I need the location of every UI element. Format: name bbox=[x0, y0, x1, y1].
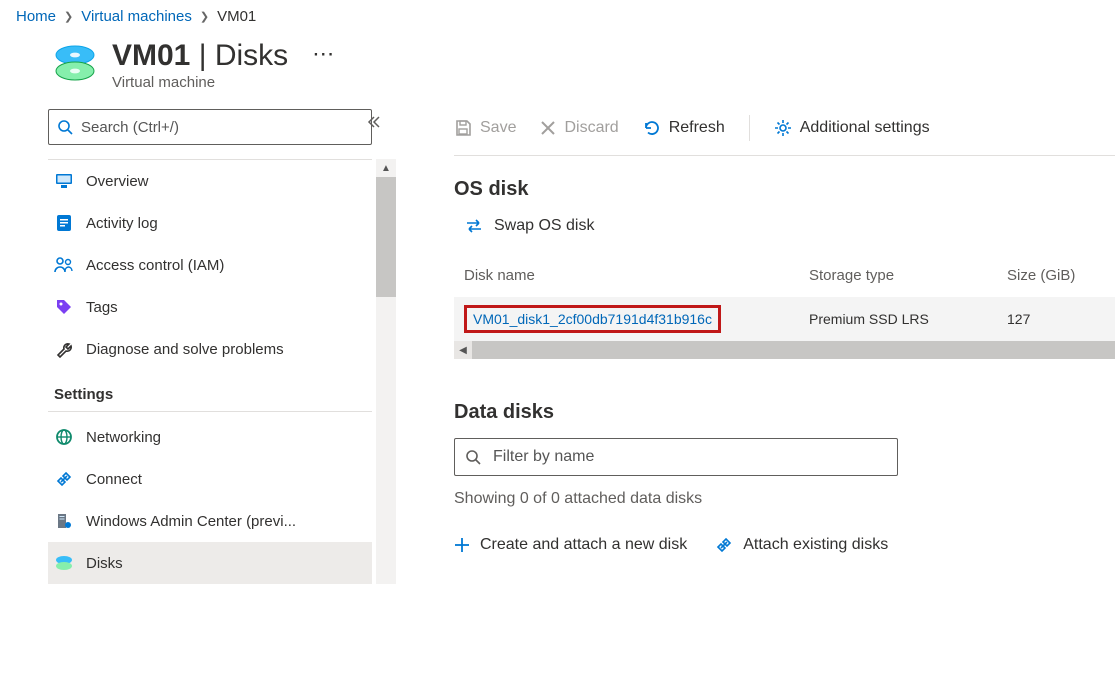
refresh-icon bbox=[643, 119, 661, 137]
discard-button[interactable]: Discard bbox=[540, 119, 618, 137]
sidebar-nav: Overview Activity log Access control (IA… bbox=[48, 159, 372, 584]
scroll-left-icon[interactable]: ◀ bbox=[454, 345, 472, 356]
page-header: VM01 | Disks Virtual machine ⋯ bbox=[0, 31, 1115, 109]
attach-existing-disks-button[interactable]: Attach existing disks bbox=[715, 536, 888, 554]
horizontal-scrollbar[interactable]: ◀ bbox=[454, 341, 1115, 359]
create-attach-disk-button[interactable]: Create and attach a new disk bbox=[454, 536, 687, 554]
people-icon bbox=[54, 256, 74, 274]
server-icon bbox=[54, 512, 74, 530]
sidebar-item-diagnose[interactable]: Diagnose and solve problems bbox=[48, 328, 372, 370]
breadcrumb-current: VM01 bbox=[217, 8, 256, 25]
sidebar-item-label: Tags bbox=[86, 299, 118, 316]
save-icon bbox=[454, 119, 472, 137]
highlight-box: VM01_disk1_2cf00db7191d4f31b916c bbox=[464, 305, 721, 333]
col-size[interactable]: Size (GiB) bbox=[1007, 267, 1115, 284]
tag-icon bbox=[54, 298, 74, 316]
wrench-icon bbox=[54, 340, 74, 358]
data-disks-heading: Data disks bbox=[454, 401, 1115, 424]
breadcrumb-virtual-machines[interactable]: Virtual machines bbox=[81, 8, 192, 25]
col-storage-type[interactable]: Storage type bbox=[809, 267, 1007, 284]
sidebar-item-label: Connect bbox=[86, 471, 142, 488]
attach-icon bbox=[715, 536, 733, 554]
table-header: Disk name Storage type Size (GiB) bbox=[454, 253, 1115, 297]
breadcrumb-home[interactable]: Home bbox=[16, 8, 56, 25]
sidebar-item-label: Overview bbox=[86, 173, 149, 190]
data-disks-count: Showing 0 of 0 attached data disks bbox=[454, 490, 1115, 508]
disks-resource-icon bbox=[52, 39, 98, 85]
sidebar-item-networking[interactable]: Networking bbox=[48, 416, 372, 458]
sidebar-item-windows-admin-center[interactable]: Windows Admin Center (previ... bbox=[48, 500, 372, 542]
toolbar-separator bbox=[749, 115, 750, 141]
globe-icon bbox=[54, 428, 74, 446]
gear-icon bbox=[774, 119, 792, 137]
os-disk-storage-type: Premium SSD LRS bbox=[809, 311, 1007, 327]
os-disk-heading: OS disk bbox=[454, 178, 1115, 201]
page-subtitle: Virtual machine bbox=[112, 74, 288, 91]
refresh-button[interactable]: Refresh bbox=[643, 119, 725, 137]
breadcrumb: Home ❯ Virtual machines ❯ VM01 bbox=[0, 0, 1115, 31]
close-icon bbox=[540, 120, 556, 136]
search-input-wrap[interactable] bbox=[48, 109, 372, 145]
sidebar-item-label: Activity log bbox=[86, 215, 158, 232]
sidebar-item-label: Windows Admin Center (previ... bbox=[86, 513, 296, 530]
toolbar: Save Discard Refresh Additional settings bbox=[454, 109, 1115, 156]
os-disk-link[interactable]: VM01_disk1_2cf00db7191d4f31b916c bbox=[473, 311, 712, 327]
data-disk-actions: Create and attach a new disk Attach exis… bbox=[454, 536, 1115, 554]
sidebar: Overview Activity log Access control (IA… bbox=[0, 109, 386, 584]
scrollbar-thumb[interactable] bbox=[472, 341, 1115, 359]
swap-icon bbox=[464, 217, 484, 235]
log-icon bbox=[54, 214, 74, 232]
plug-icon bbox=[54, 470, 74, 488]
sidebar-item-connect[interactable]: Connect bbox=[48, 458, 372, 500]
chevron-right-icon: ❯ bbox=[64, 10, 73, 23]
save-button[interactable]: Save bbox=[454, 119, 516, 137]
swap-os-disk-button[interactable]: Swap OS disk bbox=[464, 217, 594, 235]
search-icon bbox=[57, 119, 73, 135]
plus-icon bbox=[454, 537, 470, 553]
sidebar-item-label: Access control (IAM) bbox=[86, 257, 224, 274]
sidebar-item-label: Diagnose and solve problems bbox=[86, 341, 284, 358]
filter-input[interactable] bbox=[491, 447, 887, 467]
search-input[interactable] bbox=[79, 118, 363, 137]
more-actions-button[interactable]: ⋯ bbox=[302, 39, 344, 69]
collapse-sidebar-button[interactable] bbox=[366, 115, 380, 129]
monitor-icon bbox=[54, 172, 74, 190]
sidebar-section-settings: Settings bbox=[48, 370, 372, 412]
search-icon bbox=[465, 449, 481, 465]
disks-icon bbox=[54, 554, 74, 572]
table-row: VM01_disk1_2cf00db7191d4f31b916c Premium… bbox=[454, 297, 1115, 341]
page-title: VM01 | Disks bbox=[112, 39, 288, 72]
sidebar-item-activity-log[interactable]: Activity log bbox=[48, 202, 372, 244]
os-disk-table: Disk name Storage type Size (GiB) VM01_d… bbox=[454, 253, 1115, 359]
sidebar-item-label: Networking bbox=[86, 429, 161, 446]
col-disk-name[interactable]: Disk name bbox=[454, 267, 809, 284]
sidebar-item-overview[interactable]: Overview bbox=[48, 160, 372, 202]
main-content: Save Discard Refresh Additional settings… bbox=[386, 109, 1115, 584]
chevron-right-icon: ❯ bbox=[200, 10, 209, 23]
sidebar-item-label: Disks bbox=[86, 555, 123, 572]
sidebar-item-access-control[interactable]: Access control (IAM) bbox=[48, 244, 372, 286]
os-disk-size: 127 bbox=[1007, 311, 1115, 327]
sidebar-item-disks[interactable]: Disks bbox=[48, 542, 372, 584]
additional-settings-button[interactable]: Additional settings bbox=[774, 119, 930, 137]
filter-input-wrap[interactable] bbox=[454, 438, 898, 476]
sidebar-item-tags[interactable]: Tags bbox=[48, 286, 372, 328]
